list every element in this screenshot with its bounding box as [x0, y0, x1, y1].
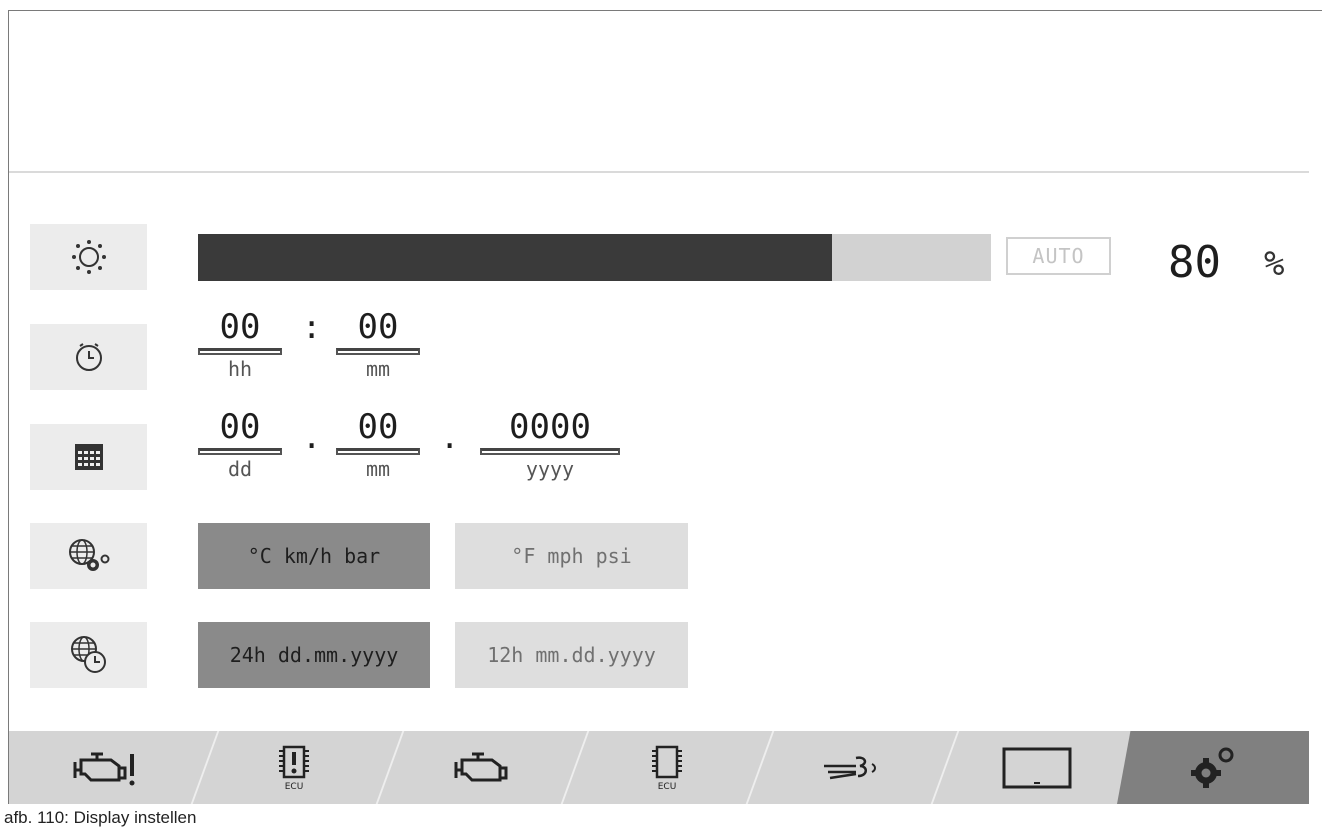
clock-icon-box[interactable]	[30, 324, 147, 390]
month-unit-label: mm	[365, 457, 391, 481]
settings-icon	[1191, 747, 1234, 788]
units-icon-box[interactable]	[30, 523, 147, 589]
bottom-tab-bar: ECU ECU	[9, 731, 1309, 804]
month-underline	[336, 448, 420, 455]
tab-engine[interactable]	[394, 731, 569, 804]
hours-unit-label: hh	[227, 357, 253, 381]
minutes-underline	[336, 348, 420, 355]
header-divider	[9, 171, 1309, 173]
tab-engine-warning[interactable]	[9, 731, 199, 804]
day-value: 00	[219, 407, 261, 447]
calendar-icon-box[interactable]	[30, 424, 147, 490]
date-separator-2: .	[440, 418, 460, 456]
brightness-slider[interactable]	[198, 234, 991, 281]
year-underline	[480, 448, 620, 455]
frame-border-left	[8, 10, 9, 804]
ecu-warning-icon: ECU	[279, 745, 309, 791]
frame-border-top	[8, 10, 1322, 11]
engine-icon	[454, 752, 507, 781]
minutes-field[interactable]: 00 mm	[336, 310, 420, 381]
hours-underline	[198, 348, 282, 355]
tab-ecu[interactable]: ECU	[579, 731, 754, 804]
brightness-slider-fill	[198, 234, 833, 281]
hours-value: 00	[219, 307, 261, 347]
calendar-icon	[74, 444, 103, 470]
tab-display[interactable]	[949, 731, 1124, 804]
display-frame: AUTO 80 % 00 hh : 00 mm 00 dd . 00 mm . …	[8, 10, 1322, 804]
tab-exhaust[interactable]	[764, 731, 939, 804]
ecu-icon: ECU	[651, 745, 682, 791]
day-unit-label: dd	[227, 457, 253, 481]
minutes-unit-label: mm	[365, 357, 391, 381]
imperial-units-option[interactable]: °F mph psi	[455, 523, 688, 589]
clock-icon	[75, 343, 102, 371]
svg-text:ECU: ECU	[657, 782, 676, 791]
auto-brightness-button[interactable]: AUTO	[1006, 237, 1111, 275]
format-24h-option[interactable]: 24h dd.mm.yyyy	[198, 622, 430, 688]
metric-units-option[interactable]: °C km/h bar	[198, 523, 430, 589]
figure-caption: afb. 110: Display instellen	[4, 808, 197, 827]
day-field[interactable]: 00 dd	[198, 410, 282, 481]
brightness-icon	[71, 240, 106, 274]
format-icon-box[interactable]	[30, 622, 147, 688]
year-value: 0000	[509, 407, 591, 447]
brightness-unit: %	[1264, 244, 1285, 284]
brightness-icon-box[interactable]	[30, 224, 147, 290]
time-separator: :	[302, 308, 322, 346]
display-icon	[1002, 747, 1071, 788]
time-format-icon	[70, 636, 106, 673]
day-underline	[198, 448, 282, 455]
month-value: 00	[357, 407, 399, 447]
exhaust-icon	[823, 755, 876, 779]
date-separator-1: .	[302, 418, 322, 456]
svg-text:ECU: ECU	[285, 782, 304, 791]
month-field[interactable]: 00 mm	[336, 410, 420, 481]
brightness-value: 80	[1168, 237, 1221, 288]
minutes-value: 00	[357, 307, 399, 347]
year-field[interactable]: 0000 yyyy	[480, 410, 620, 481]
tab-settings[interactable]	[1117, 731, 1309, 804]
tab-ecu-warning[interactable]: ECU	[209, 731, 379, 804]
engine-warning-icon	[73, 752, 135, 785]
format-12h-option[interactable]: 12h mm.dd.yyyy	[455, 622, 688, 688]
year-unit-label: yyyy	[525, 457, 575, 481]
hours-field[interactable]: 00 hh	[198, 310, 282, 381]
units-settings-icon	[68, 539, 109, 571]
